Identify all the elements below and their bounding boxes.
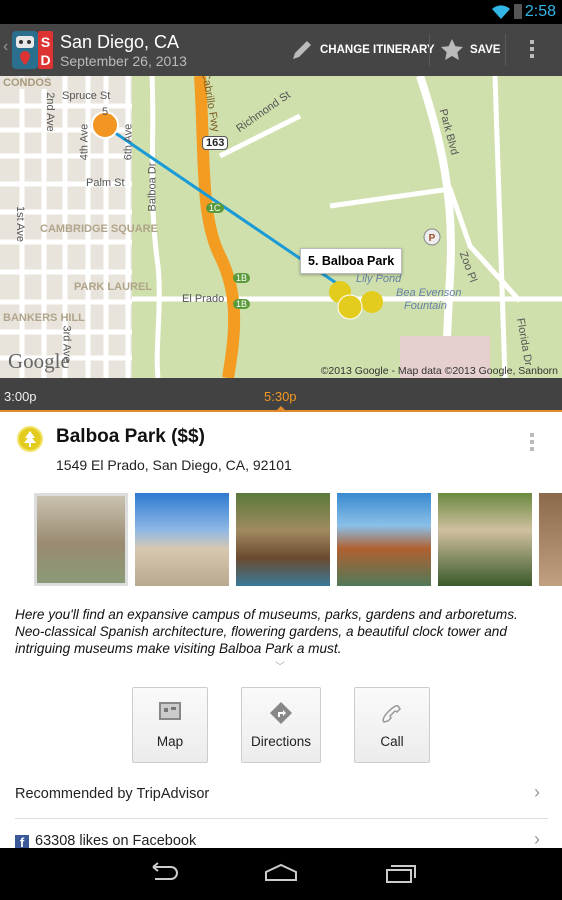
- recents-nav-icon[interactable]: [385, 862, 417, 884]
- timeline-bar[interactable]: 3:00p 5:30p: [0, 378, 562, 412]
- timeline-time[interactable]: 3:00p: [4, 389, 37, 404]
- place-address: 1549 El Prado, San Diego, CA, 92101: [56, 457, 292, 473]
- save-button[interactable]: SAVE: [440, 24, 500, 76]
- timeline-current-time[interactable]: 5:30p: [264, 389, 297, 404]
- place-description: Here you'll find an expansive campus of …: [15, 607, 518, 656]
- place-overflow-icon[interactable]: [530, 433, 534, 451]
- place-name: Balboa Park ($$): [56, 426, 205, 447]
- map-callout[interactable]: 5. Balboa Park: [300, 248, 403, 274]
- directions-icon: [270, 702, 292, 724]
- expand-chevron-icon[interactable]: ﹀: [275, 658, 285, 673]
- area-label-condos: CONDOS: [2, 77, 53, 89]
- clock: 2:58: [524, 3, 556, 20]
- photo-thumbnail[interactable]: [135, 493, 229, 586]
- photo-thumbnail[interactable]: [337, 493, 431, 586]
- action-bar: ‹ S D San Diego, CA September 26, 2013 C…: [0, 24, 562, 76]
- tripadvisor-row[interactable]: Recommended by TripAdvisor: [15, 786, 548, 802]
- phone-icon: [382, 705, 401, 723]
- photo-thumbnail[interactable]: [236, 493, 330, 586]
- photo-strip[interactable]: [34, 493, 562, 586]
- chevron-right-icon: ›: [534, 782, 540, 802]
- svg-text:D: D: [40, 52, 50, 68]
- wifi-icon: [492, 5, 510, 19]
- back-icon[interactable]: ‹: [3, 38, 8, 56]
- call-button[interactable]: Call: [354, 687, 430, 763]
- chevron-right-icon: ›: [534, 829, 540, 849]
- map-button[interactable]: Map: [132, 687, 208, 763]
- parking-icon: P: [429, 233, 436, 244]
- svg-text:S: S: [41, 34, 50, 50]
- photo-thumbnail[interactable]: [34, 493, 128, 586]
- park-marker-icon[interactable]: [337, 294, 363, 320]
- status-bar: 2:58: [0, 0, 562, 24]
- change-itinerary-button[interactable]: CHANGE ITINERARY: [290, 24, 435, 76]
- map-icon: [159, 702, 181, 720]
- battery-icon: [514, 4, 522, 19]
- trip-date: September 26, 2013: [60, 53, 187, 69]
- app-logo[interactable]: S D: [12, 29, 54, 71]
- directions-button[interactable]: Directions: [241, 687, 321, 763]
- navigation-bar: [0, 848, 562, 900]
- star-icon: [441, 39, 463, 60]
- photo-thumbnail[interactable]: [539, 493, 562, 586]
- tree-icon: [17, 426, 43, 452]
- map-copyright: ©2013 Google - Map data ©2013 Google, Sa…: [320, 365, 558, 377]
- divider: [15, 818, 548, 819]
- city-title: San Diego, CA: [60, 32, 180, 52]
- photo-thumbnail[interactable]: [438, 493, 532, 586]
- pencil-icon: [293, 41, 311, 59]
- google-logo: Google: [8, 349, 70, 373]
- museum-marker-icon[interactable]: [361, 291, 383, 313]
- overflow-menu-icon[interactable]: [530, 40, 534, 58]
- back-nav-icon[interactable]: [145, 862, 179, 884]
- home-nav-icon[interactable]: [264, 862, 298, 884]
- map-view[interactable]: P CONDOS Spruce St 2nd Ave 4th Ave 5 6th…: [0, 76, 562, 378]
